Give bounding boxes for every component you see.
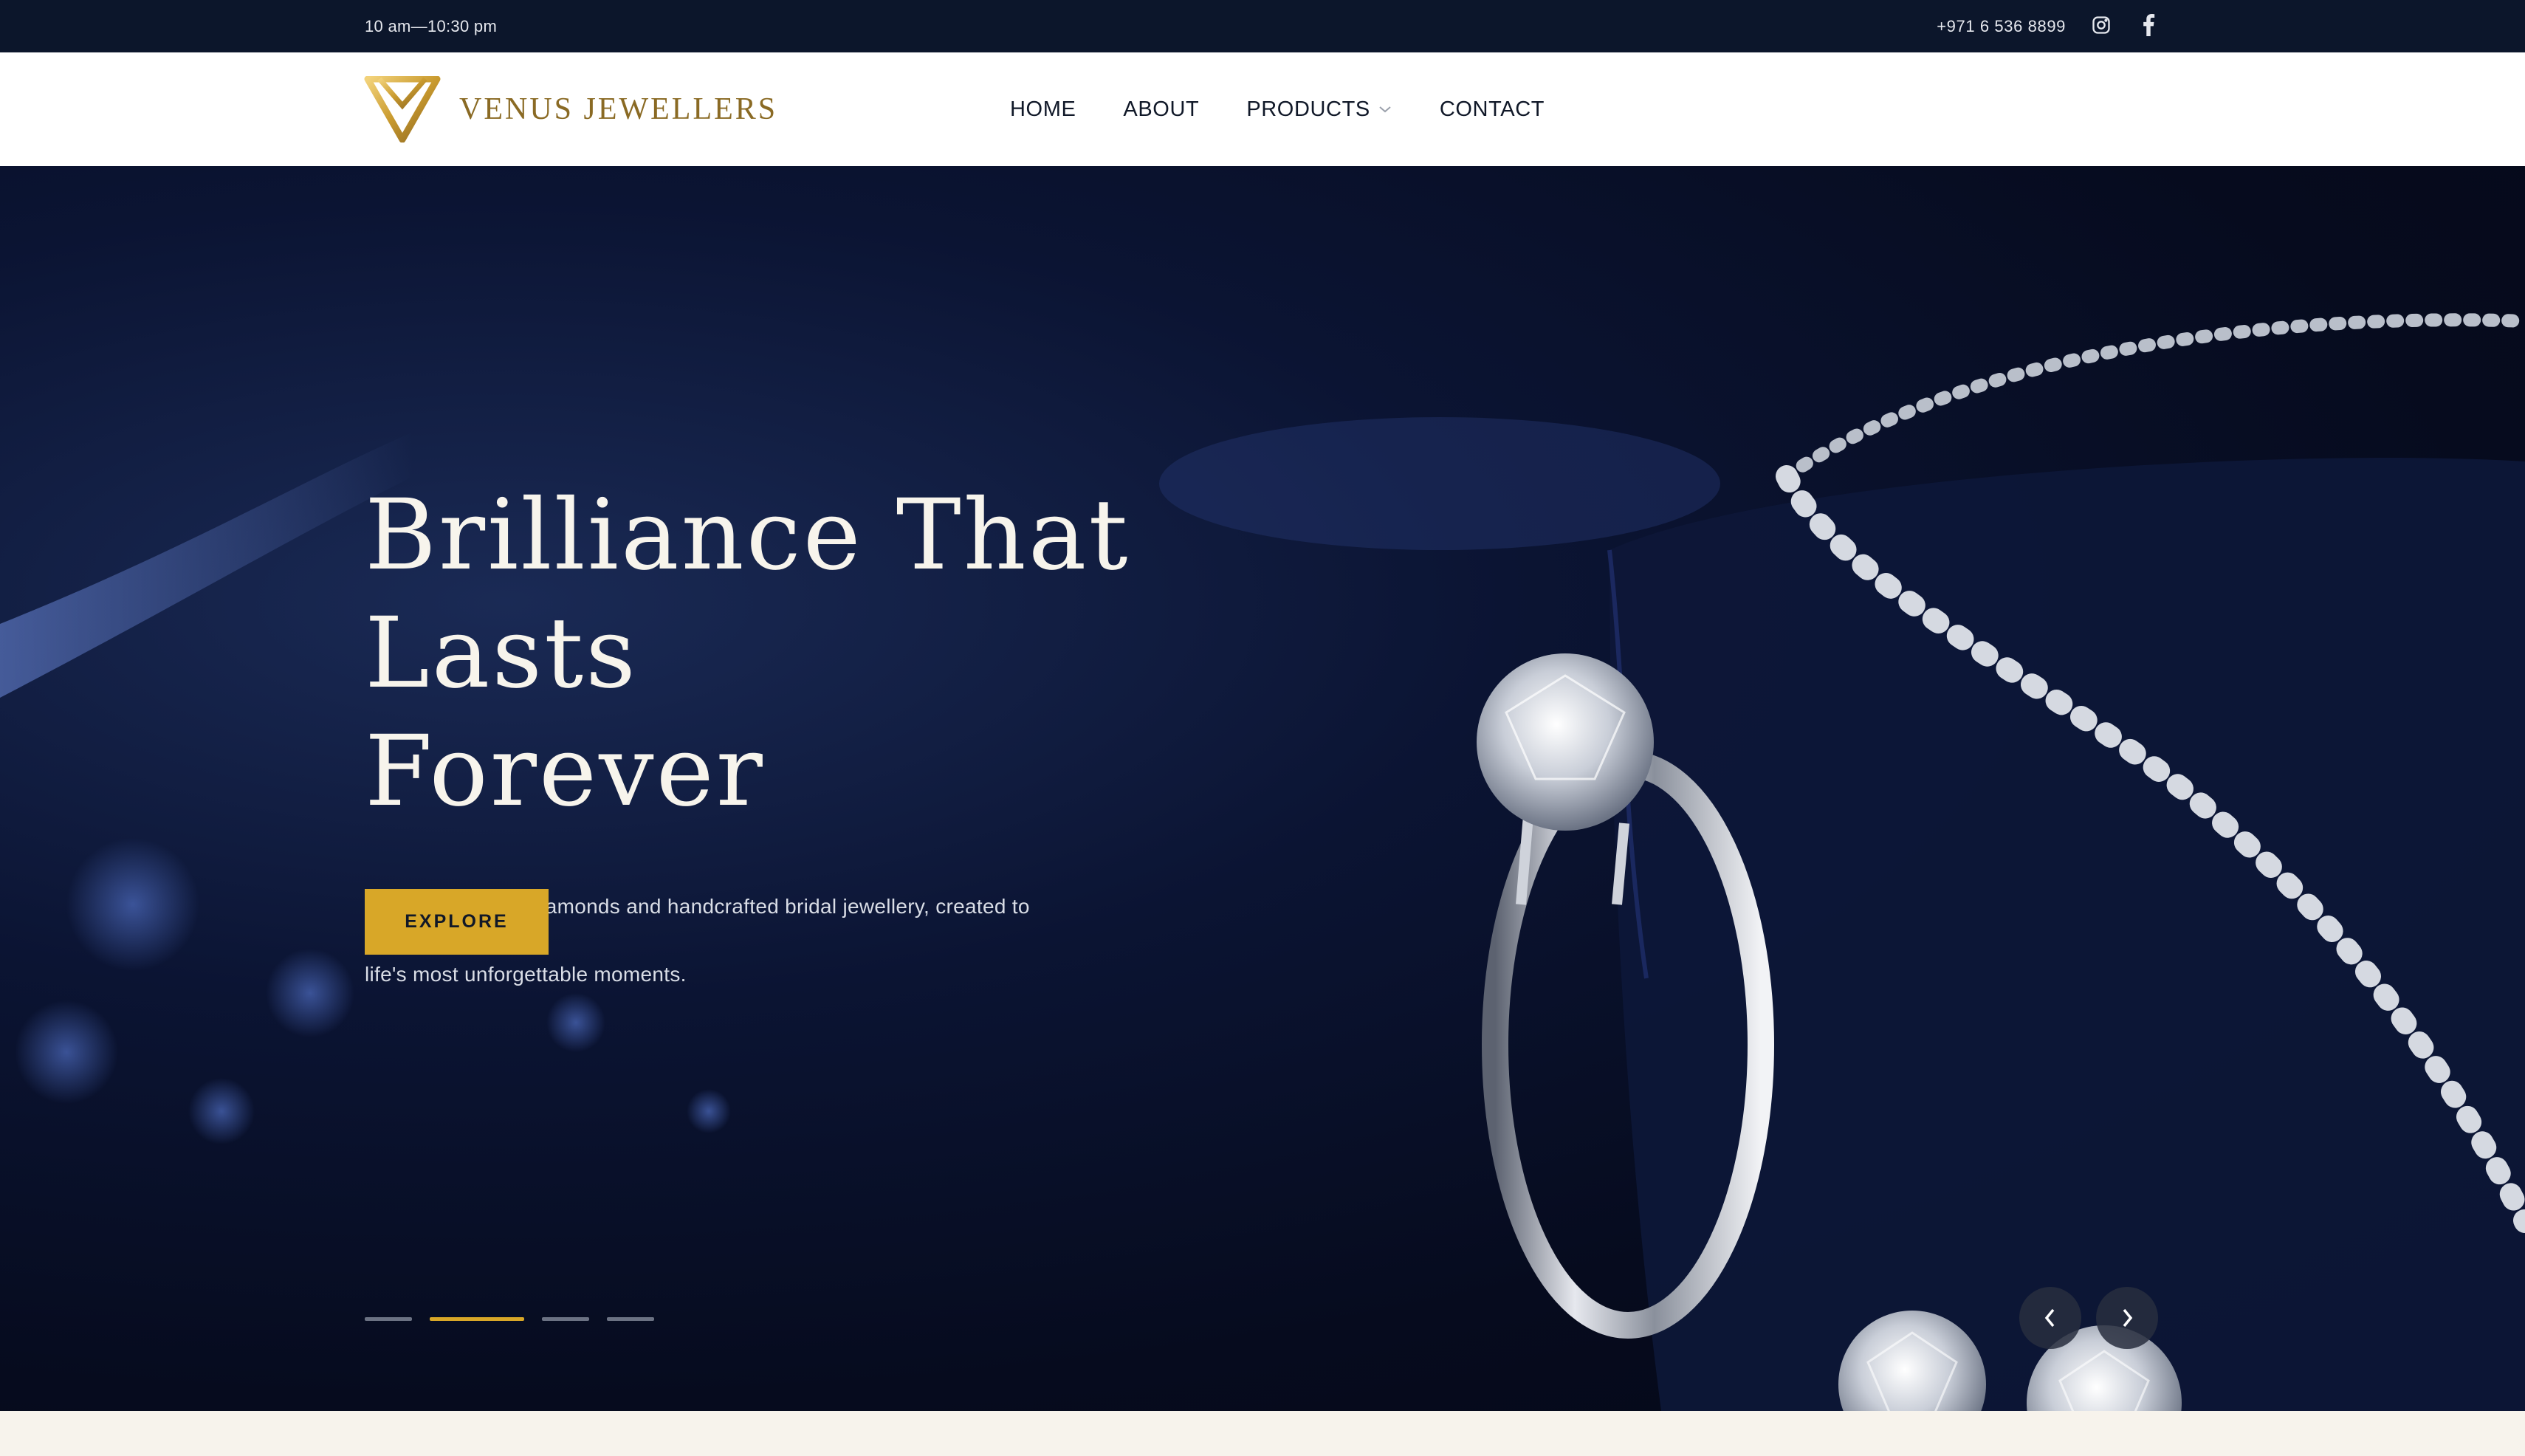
slide-dot-3[interactable] [542, 1317, 589, 1321]
hero-title-line-2: Forever [365, 715, 765, 828]
hero-title: Brilliance That Lasts Forever [365, 476, 1398, 831]
next-section [0, 1411, 2525, 1456]
opening-hours: 10 am—10:30 pm [365, 17, 498, 35]
hero-title-line-1: Brilliance That Lasts [365, 478, 1130, 710]
nav-about[interactable]: ABOUT [1123, 97, 1199, 122]
nav-products[interactable]: PRODUCTS [1246, 97, 1392, 122]
nav-home[interactable]: HOME [1010, 97, 1076, 122]
nav-contact-label: CONTACT [1439, 97, 1545, 121]
top-bar: 10 am—10:30 pm +971 6 536 8899 [0, 0, 2525, 52]
next-slide-button[interactable] [2096, 1287, 2158, 1349]
instagram-icon[interactable] [2086, 10, 2116, 40]
hero-subtitle-line-2: life's most unforgettable moments. [365, 963, 687, 986]
site-logo[interactable]: VENUS JEWELLERS [363, 73, 777, 145]
chevron-left-icon [2044, 1308, 2055, 1328]
slide-dot-1[interactable] [365, 1317, 412, 1321]
facebook-icon[interactable] [2134, 10, 2163, 40]
hero-slider: Brilliance That Lasts Forever Certified … [0, 166, 2525, 1411]
nav-home-label: HOME [1010, 97, 1076, 121]
slide-dot-4[interactable] [607, 1317, 654, 1321]
slide-dot-2[interactable] [430, 1317, 524, 1321]
diamond-logo-icon [364, 76, 441, 142]
chevron-down-icon [1378, 105, 1392, 114]
site-header: VENUS JEWELLERS HOME ABOUT PRODUCTS CONT… [0, 52, 2525, 166]
main-nav: HOME ABOUT PRODUCTS CONTACT [1010, 52, 1545, 166]
explore-button[interactable]: EXPLORE [365, 889, 549, 955]
nav-products-label: PRODUCTS [1246, 97, 1370, 121]
slide-pagination [365, 1317, 654, 1321]
nav-about-label: ABOUT [1123, 97, 1200, 121]
nav-contact[interactable]: CONTACT [1440, 97, 1545, 122]
logo-text: VENUS JEWELLERS [459, 92, 778, 126]
chevron-right-icon [2123, 1308, 2133, 1328]
prev-slide-button[interactable] [2019, 1287, 2081, 1349]
phone-number[interactable]: +971 6 536 8899 [1937, 0, 2066, 52]
